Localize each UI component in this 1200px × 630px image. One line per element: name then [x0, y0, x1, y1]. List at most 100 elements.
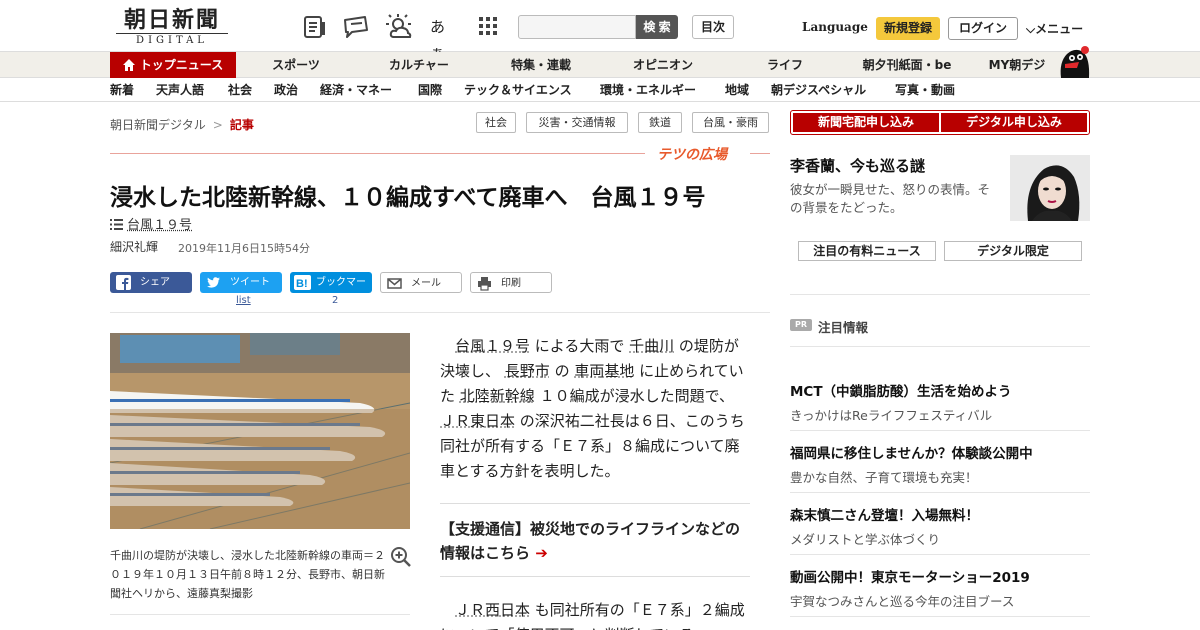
twitter-share-button[interactable]: ツイート [200, 272, 282, 293]
hatena-bookmark-label: ブックマーク [316, 277, 366, 309]
breadcrumb-separator: > [213, 118, 223, 132]
grid-apps-icon[interactable] [478, 14, 504, 40]
nav2-item-society[interactable]: 社会 [228, 79, 252, 102]
keyword-link[interactable]: ＪＲ西日本 [455, 601, 530, 619]
site-logo[interactable]: 朝日新聞 DIGITAL [116, 8, 228, 46]
mail-share-button[interactable]: メール [380, 272, 462, 293]
nav2-item-economy[interactable]: 経済・マネー [320, 79, 392, 102]
menu-label: メニュー [1035, 22, 1083, 36]
feature-title[interactable]: 李香蘭、今も巡る謎 [790, 155, 925, 176]
article-date: 2019年11月6日15時54分 [178, 240, 310, 256]
print-button[interactable]: 印刷 [470, 272, 552, 293]
article-paragraph: 台風１９号 による大雨で 千曲川 の堤防が決壊し、 長野市 の 車両基地 に止め… [440, 334, 752, 484]
nav2-item-region[interactable]: 地域 [725, 79, 749, 102]
breadcrumb: 朝日新聞デジタル > 記事 [110, 116, 254, 133]
breadcrumb-current: 記事 [230, 118, 254, 132]
caption-divider [110, 614, 410, 615]
article-topic: 台風１９号 [110, 214, 192, 234]
font-size-icon[interactable]: あぁ [430, 14, 456, 40]
facebook-icon [116, 275, 131, 290]
nav-item-features[interactable]: 特集・連載 [498, 52, 584, 78]
ad-subtext: メダリストと学ぶ体づくり [790, 529, 1090, 548]
ad-divider [790, 430, 1090, 431]
arrow-right-icon: ➔ [535, 544, 548, 562]
pr-badge: PR [790, 319, 812, 331]
twitter-bird-icon [206, 275, 221, 290]
paid-news-button[interactable]: 注目の有料ニュース [798, 241, 936, 261]
nav2-item-environment[interactable]: 環境・エネルギー [600, 79, 696, 102]
pr-ad-item[interactable]: 福岡県に移住しませんか？体験談公開中 豊かな自然、子育て環境も充実！ [790, 442, 1090, 486]
nav2-item-tech[interactable]: テック＆サイエンス [464, 79, 572, 102]
article-photo[interactable] [110, 333, 410, 529]
facebook-share-button[interactable]: シェア [110, 272, 192, 293]
ad-headline: 福岡県に移住しませんか？体験談公開中 [790, 442, 1090, 462]
twitter-count[interactable]: list [236, 295, 251, 306]
search-input[interactable] [518, 15, 636, 39]
nav2-item-tenseijingo[interactable]: 天声人語 [156, 79, 204, 102]
register-button[interactable]: 新規登録 [876, 17, 940, 40]
mascot-icon[interactable] [1057, 44, 1091, 78]
breadcrumb-home[interactable]: 朝日新聞デジタル [110, 118, 206, 132]
digital-only-button[interactable]: デジタル限定 [944, 241, 1082, 261]
article-divider [110, 312, 770, 313]
section-divider [110, 153, 645, 154]
nav2-item-politics[interactable]: 政治 [274, 79, 298, 102]
keyword-link[interactable]: 千曲川 [629, 337, 674, 355]
keyword-link[interactable]: 車両基地 [574, 362, 634, 380]
chat-bubble-icon[interactable] [342, 14, 368, 40]
nav-item-top-news[interactable]: トップニュース [110, 52, 236, 78]
digital-apply-button[interactable]: デジタル申し込み [941, 113, 1087, 132]
print-label: 印刷 [501, 278, 521, 289]
ad-subtext: 豊かな自然、子育て環境も充実！ [790, 467, 1090, 486]
tag-railway[interactable]: 鉄道 [638, 112, 682, 133]
nav2-item-international[interactable]: 国際 [418, 79, 442, 102]
primary-nav: トップニュース スポーツ カルチャー 特集・連載 オピニオン ライフ 朝夕刊紙面… [0, 52, 1200, 78]
nav-item-sports[interactable]: スポーツ [258, 52, 334, 78]
zoom-icon[interactable] [390, 546, 412, 568]
menu-button[interactable]: ⌵メニュー [1026, 20, 1083, 37]
nav2-item-special[interactable]: 朝デジスペシャル [771, 79, 866, 102]
pr-ad-item[interactable]: 森末慎二さん登壇！入場無料！ メダリストと学ぶ体づくり [790, 504, 1090, 548]
article-paragraph: ＪＲ西日本 も同社所有の「Ｅ７系」２編成について「使用不可」と判断している。 [440, 598, 752, 630]
nav-item-my-asahi[interactable]: MY朝デジ [980, 52, 1054, 78]
newspaper-icon[interactable] [302, 14, 328, 40]
tag-society[interactable]: 社会 [476, 112, 516, 133]
home-icon [123, 54, 135, 80]
nav-item-culture[interactable]: カルチャー [376, 52, 462, 78]
article-title: 浸水した北陸新幹線、１０編成すべて廃車へ 台風１９号 [110, 178, 705, 212]
nav2-item-new[interactable]: 新着 [110, 79, 134, 102]
mail-icon [387, 276, 402, 291]
photo-caption: 千曲川の堤防が決壊し、浸水した北陸新幹線の車両＝２０１９年１０月１３日午前８時１… [110, 546, 392, 603]
search-button[interactable]: 検 索 [636, 15, 678, 39]
keyword-link[interactable]: 長野市 [505, 362, 550, 380]
hatena-bookmark-button[interactable]: B! ブックマーク [290, 272, 372, 293]
mail-share-label: メール [411, 278, 441, 289]
tag-typhoon[interactable]: 台風・豪雨 [692, 112, 769, 133]
newspaper-delivery-button[interactable]: 新聞宅配申し込み [793, 113, 939, 132]
keyword-link[interactable]: 台風１９号 [455, 337, 530, 355]
ad-divider [790, 616, 1090, 617]
paragraph-text: １０編成が浸水した問題で、 [535, 387, 734, 405]
section-logo-tetsu[interactable]: テツの広場 [657, 144, 727, 164]
nav-item-opinion[interactable]: オピニオン [620, 52, 706, 78]
topic-link[interactable]: 台風１９号 [127, 218, 192, 233]
nav-item-newspaper[interactable]: 朝夕刊紙面・be [852, 52, 962, 78]
nav-item-life[interactable]: ライフ [752, 52, 818, 78]
ad-subtext: きっかけはReライフフェスティバル [790, 405, 1090, 424]
twitter-share-label: ツイート [230, 277, 270, 288]
language-link[interactable]: Language [802, 20, 868, 34]
login-button[interactable]: ログイン [948, 17, 1018, 40]
tag-disaster[interactable]: 災害・交通情報 [526, 112, 628, 133]
feature-portrait-image[interactable] [1010, 155, 1090, 221]
weather-sun-cloud-icon[interactable] [386, 14, 412, 40]
pr-ad-item[interactable]: MCT（中鎖脂肪酸）生活を始めよう きっかけはReライフフェスティバル [790, 380, 1090, 424]
keyword-link[interactable]: ＪＲ東日本 [440, 412, 515, 430]
pr-ad-item[interactable]: 動画公開中！東京モーターショー2019 宇賀なつみさんと巡る今年の注目ブース [790, 566, 1090, 610]
contents-button[interactable]: 目次 [692, 15, 734, 39]
support-info-link[interactable]: 【支援通信】被災地でのライフラインなどの情報はこちら ➔ [440, 517, 752, 565]
nav2-item-photo-video[interactable]: 写真・動画 [895, 79, 955, 102]
svg-text:B!: B! [296, 278, 308, 290]
ad-headline: 動画公開中！東京モーターショー2019 [790, 566, 1090, 586]
keyword-link[interactable]: 北陸新幹線 [460, 387, 535, 405]
secondary-nav: 新着 天声人語 社会 政治 経済・マネー 国際 テック＆サイエンス 環境・エネル… [0, 79, 1200, 102]
